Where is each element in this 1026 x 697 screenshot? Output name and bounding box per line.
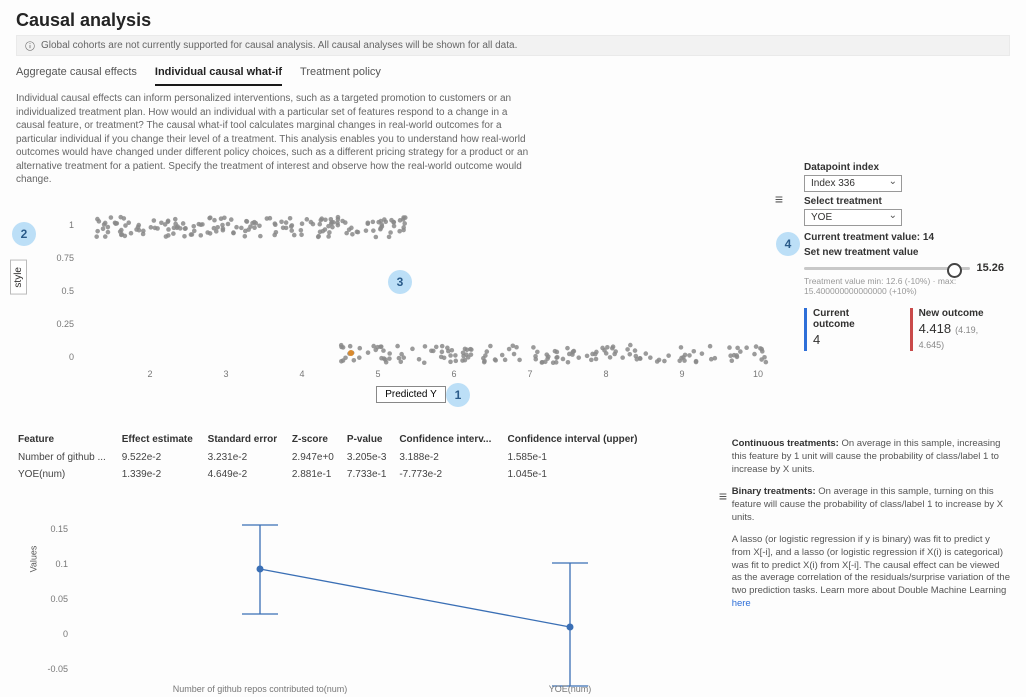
slider-thumb-icon[interactable]	[947, 263, 962, 278]
callout-1: 1	[446, 383, 470, 407]
new-outcome: New outcome 4.418(4.19, 4.645)	[910, 308, 1004, 351]
tab-policy[interactable]: Treatment policy	[300, 60, 381, 86]
svg-text:-0.05: -0.05	[47, 664, 68, 674]
svg-text:0.5: 0.5	[61, 286, 74, 296]
datapoint-label: Datapoint index	[804, 162, 1004, 173]
info-icon	[25, 41, 35, 51]
svg-text:7: 7	[527, 369, 532, 379]
svg-text:0.05: 0.05	[50, 594, 68, 604]
svg-text:3: 3	[223, 369, 228, 379]
current-value-label: Current treatment value: 14	[804, 232, 1004, 243]
slider-value: 15.26	[976, 262, 1004, 274]
info-banner: Global cohorts are not currently support…	[16, 35, 1010, 56]
th-z[interactable]: Z-score	[292, 431, 345, 448]
callout-2: 2	[12, 222, 36, 246]
svg-text:0.15: 0.15	[50, 524, 68, 534]
description-text: Individual causal effects can inform per…	[16, 92, 536, 187]
explanation-text: Continuous treatments: On average in thi…	[722, 429, 1010, 694]
callout-3: 3	[388, 270, 412, 294]
page-title: Causal analysis	[16, 10, 1010, 31]
slider-range-note: Treatment value min: 12.6 (-10%) · max: …	[804, 276, 1004, 296]
th-feature[interactable]: Feature	[18, 431, 120, 448]
x-axis-button[interactable]: Predicted Y	[376, 386, 446, 403]
info-banner-text: Global cohorts are not currently support…	[41, 40, 517, 51]
treatment-label: Select treatment	[804, 196, 1004, 207]
svg-text:5: 5	[375, 369, 380, 379]
svg-text:4: 4	[299, 369, 304, 379]
table-row[interactable]: YOE(num)1.339e-2 4.649e-22.881e-1 7.733e…	[18, 467, 654, 482]
callout-4: 4	[776, 232, 800, 256]
svg-text:0: 0	[69, 352, 74, 362]
errorbar-chart[interactable]: ≡ Values -0.05 0 0.05 0.1 0.15	[30, 494, 720, 694]
dml-link[interactable]: here	[732, 598, 751, 609]
table-row[interactable]: Number of github ...9.522e-2 3.231e-22.9…	[18, 450, 654, 465]
treatment-select[interactable]: YOE	[804, 209, 902, 226]
th-ciu[interactable]: Confidence interval (upper)	[508, 431, 655, 448]
svg-text:0: 0	[63, 629, 68, 639]
svg-text:2: 2	[147, 369, 152, 379]
svg-text:6: 6	[451, 369, 456, 379]
svg-text:0.75: 0.75	[56, 253, 74, 263]
selected-datapoint-icon[interactable]	[348, 350, 354, 356]
treatment-slider[interactable]	[804, 267, 970, 270]
svg-text:10: 10	[753, 369, 763, 379]
effects-table: Feature Effect estimate Standard error Z…	[16, 429, 656, 484]
svg-text:9: 9	[679, 369, 684, 379]
whatif-panel: Datapoint index Index 336 Select treatme…	[804, 158, 1004, 351]
svg-text:0.1: 0.1	[55, 559, 68, 569]
svg-text:YOE(num): YOE(num)	[549, 684, 592, 694]
th-stderr[interactable]: Standard error	[208, 431, 290, 448]
th-p[interactable]: P-value	[347, 431, 397, 448]
scatter-chart[interactable]: ≡ 0 0.25 0.5 0.75 1 2 3 4	[46, 195, 776, 415]
th-effect[interactable]: Effect estimate	[122, 431, 206, 448]
set-value-label: Set new treatment value	[804, 247, 1004, 258]
tab-aggregate[interactable]: Aggregate causal effects	[16, 60, 137, 86]
hamburger-icon[interactable]: ≡	[775, 191, 782, 207]
tab-individual[interactable]: Individual causal what-if	[155, 60, 282, 86]
svg-text:0.25: 0.25	[56, 319, 74, 329]
y-axis-label: Values	[28, 545, 38, 572]
datapoint-select[interactable]: Index 336	[804, 175, 902, 192]
svg-text:8: 8	[603, 369, 608, 379]
hamburger-icon[interactable]: ≡	[719, 488, 726, 504]
th-cil[interactable]: Confidence interv...	[399, 431, 505, 448]
tab-bar: Aggregate causal effects Individual caus…	[16, 60, 1010, 86]
current-outcome: Current outcome 4	[804, 308, 892, 351]
svg-text:1: 1	[69, 220, 74, 230]
svg-text:Number of github repos contrib: Number of github repos contributed to(nu…	[173, 684, 348, 694]
